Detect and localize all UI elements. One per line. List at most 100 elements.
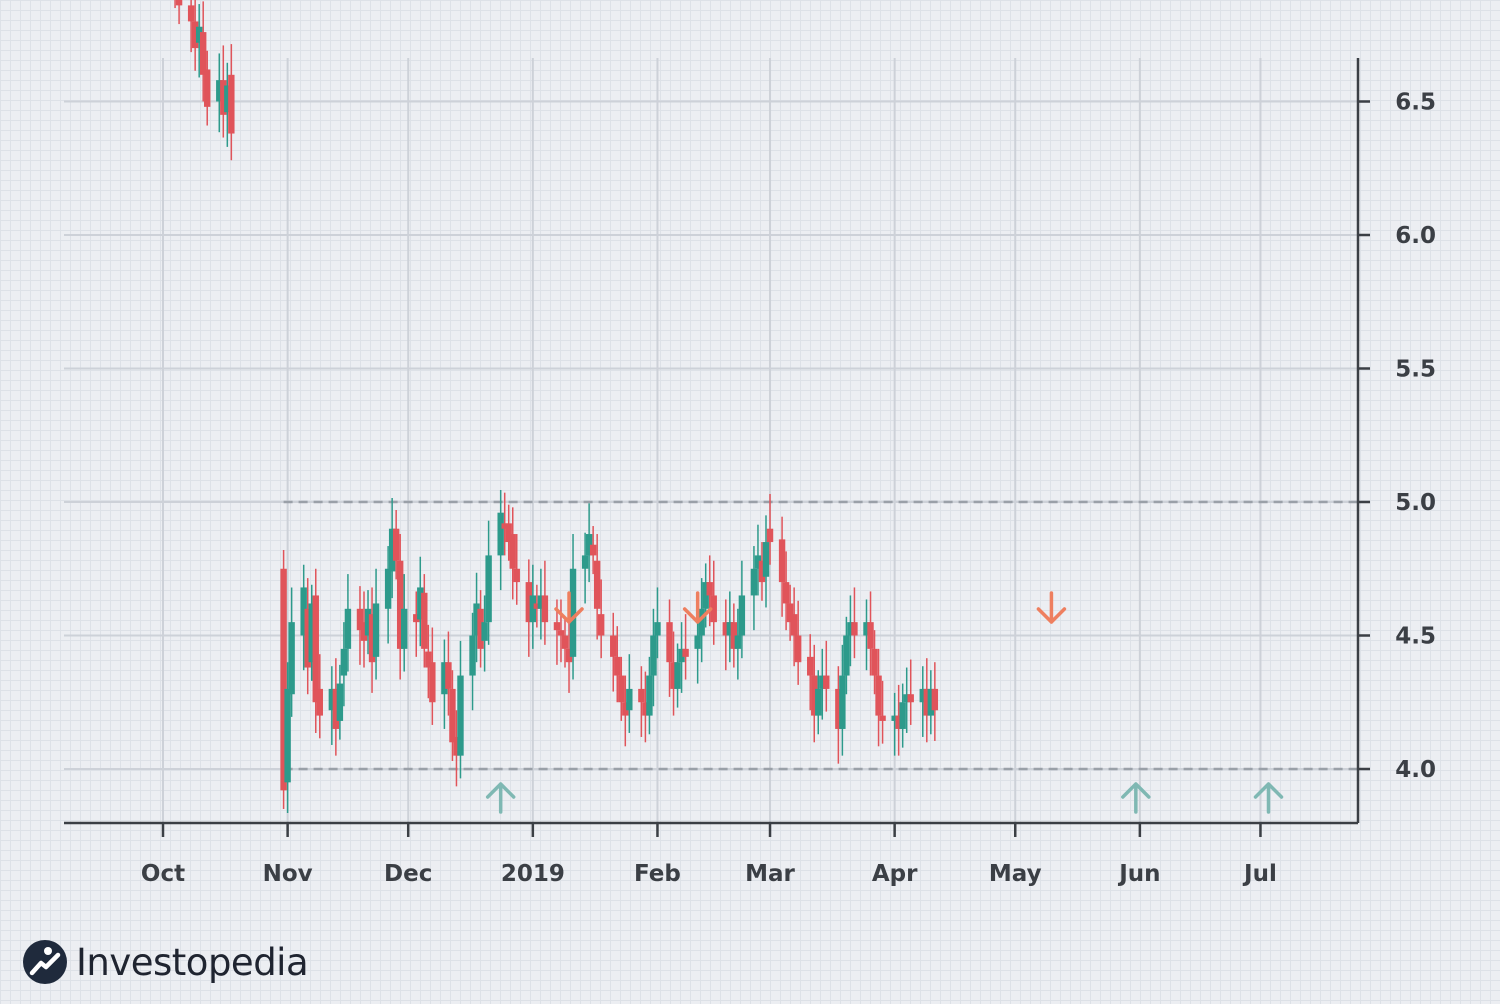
candle-body (557, 630, 565, 636)
candle-body (682, 648, 689, 657)
y-tick-label: 6.0 (1395, 223, 1436, 249)
candle-body (561, 635, 569, 649)
candle-body (750, 568, 758, 596)
x-tick-label: Dec (384, 861, 432, 887)
candle-body (694, 635, 701, 649)
x-tick-label: Oct (141, 861, 185, 887)
x-axis-tick-labels: Oct Nov Dec 2019 Feb Mar Apr May Jun Jul (141, 861, 1277, 887)
sell-arrow-icon (554, 591, 584, 624)
y-tick-label: 5.0 (1395, 490, 1436, 516)
candle-body (481, 622, 488, 641)
candle-body (553, 622, 561, 631)
candle-body (581, 555, 589, 569)
candle-body (931, 688, 939, 711)
candle-body (666, 622, 673, 663)
candle-body (589, 544, 597, 556)
candle-body (706, 582, 713, 596)
candle-body (288, 622, 295, 695)
signal-arrows (485, 591, 1284, 814)
candle-body (445, 662, 452, 689)
y-tick-label: 5.5 (1395, 357, 1436, 383)
investopedia-logo-icon (23, 940, 67, 984)
candle-body (175, 0, 183, 6)
candle-body (569, 568, 577, 657)
candle-body (762, 542, 770, 577)
candle-body (340, 648, 348, 676)
x-tick-label: May (989, 861, 1042, 887)
candle-body (654, 622, 661, 636)
candle-body (401, 608, 408, 649)
brand-logo: Investopedia (22, 936, 309, 988)
candle-body (879, 715, 886, 721)
candle-body (384, 568, 392, 609)
candle-body (497, 512, 504, 556)
x-tick-label: Apr (872, 861, 918, 887)
candle-body (843, 635, 850, 676)
candle-body (610, 635, 617, 657)
candle-body (187, 5, 195, 22)
candle-body (336, 683, 344, 721)
candle-body (200, 32, 207, 75)
sell-arrow-icon (1036, 591, 1067, 624)
candle-body (449, 688, 456, 743)
candle-body (392, 528, 400, 561)
candle-body (790, 614, 798, 636)
candle-body (228, 74, 235, 134)
y-tick-label: 4.0 (1395, 757, 1436, 783)
candle-body (646, 675, 653, 716)
candle-body (312, 595, 319, 703)
candle-body (626, 688, 633, 711)
candle-body (875, 675, 882, 716)
candle-body (421, 592, 428, 649)
x-tick-label: Jul (1242, 861, 1277, 887)
candle-body (778, 539, 786, 583)
axes (64, 58, 1370, 837)
candle-body (284, 688, 291, 783)
candle-body (204, 69, 211, 107)
candle-body (429, 662, 436, 703)
candle-body (766, 528, 774, 543)
y-tick-label: 4.5 (1395, 624, 1436, 650)
candle-body (593, 560, 601, 609)
brand-name: Investopedia (76, 940, 309, 984)
candle-body (871, 648, 878, 676)
candle-body (638, 688, 645, 703)
x-tick-label: 2019 (501, 861, 565, 887)
candle-body (372, 603, 380, 657)
candlestick-chart: 4.04.55.05.56.06.57.07.58.08.59.0 OctNov… (64, 0, 1436, 887)
y-tick-label: 6.5 (1395, 90, 1436, 116)
candle-body (738, 595, 746, 636)
candle-body (513, 568, 520, 583)
candle-body (823, 675, 830, 689)
candle-body (807, 656, 814, 676)
candle-body (614, 656, 621, 676)
x-tick-label: Feb (634, 861, 681, 887)
candle-body (674, 662, 681, 689)
candle-body (794, 635, 802, 663)
candle-body (907, 694, 914, 703)
candle-body (899, 702, 906, 729)
candle-body (815, 688, 822, 716)
x-tick-label: Jun (1117, 861, 1160, 887)
candle-body (457, 675, 464, 756)
candles (174, 0, 939, 814)
gridlines (64, 58, 1358, 823)
candle-body (734, 635, 742, 649)
candle-body (867, 622, 874, 649)
buy-arrow-icon (1121, 782, 1151, 814)
candle-body (782, 582, 790, 604)
candle-body (469, 635, 476, 676)
candle-body (851, 622, 858, 636)
candle-body (541, 595, 549, 623)
buy-arrow-icon (485, 782, 516, 814)
y-axis-tick-labels: 4.04.55.05.56.06.57.07.58.08.59.0 (1395, 90, 1436, 784)
candle-body (485, 555, 492, 623)
candle-body (316, 688, 323, 716)
buy-arrow-icon (1253, 782, 1284, 814)
candle-body (839, 675, 846, 729)
x-tick-label: Mar (745, 861, 795, 887)
candle-body (618, 675, 625, 703)
candle-body (344, 608, 352, 649)
candle-body (597, 614, 605, 636)
candle-body (509, 534, 516, 569)
